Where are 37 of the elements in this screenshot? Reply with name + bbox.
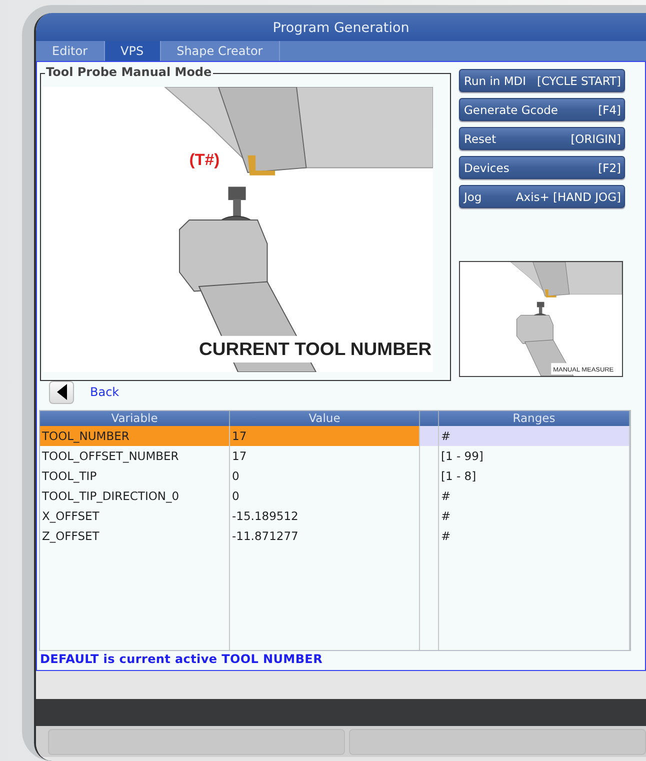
table-cell[interactable]: # bbox=[439, 506, 630, 526]
table-cell[interactable]: 0 bbox=[230, 466, 420, 486]
table-cell[interactable]: -15.189512 bbox=[230, 506, 420, 526]
table-cell[interactable]: TOOL_OFFSET_NUMBER bbox=[40, 446, 230, 466]
table-cell[interactable]: # bbox=[439, 426, 630, 446]
column-header: Value bbox=[230, 411, 420, 426]
status-message: DEFAULT is current active TOOL NUMBER bbox=[40, 651, 324, 666]
table-cell[interactable]: TOOL_NUMBER bbox=[40, 426, 230, 446]
table-cell[interactable]: # bbox=[439, 486, 630, 506]
action-button[interactable]: Run in MDI [CYCLE START] bbox=[459, 69, 625, 92]
action-button[interactable]: Devices [F2] bbox=[459, 156, 625, 179]
column-header: Ranges bbox=[439, 411, 630, 426]
tool-label: (T#) bbox=[189, 151, 220, 169]
tab[interactable]: VPS bbox=[104, 41, 161, 61]
group-title: Tool Probe Manual Mode bbox=[45, 65, 213, 79]
table-cell[interactable]: [1 - 99] bbox=[439, 446, 630, 466]
back-link[interactable]: Back bbox=[90, 385, 120, 399]
table-cell[interactable]: TOOL_TIP bbox=[40, 466, 230, 486]
image-caption: CURRENT TOOL NUMBER bbox=[199, 338, 432, 359]
table-cell[interactable]: 17 bbox=[230, 446, 420, 466]
column-header: Variable bbox=[40, 411, 230, 426]
table-cell[interactable]: X_OFFSET bbox=[40, 506, 230, 526]
action-button[interactable]: Jog Axis+ [HAND JOG] bbox=[459, 185, 625, 208]
table-cell[interactable]: Z_OFFSET bbox=[40, 526, 230, 546]
table-cell[interactable]: [1 - 8] bbox=[439, 466, 630, 486]
window-title: Program Generation bbox=[36, 13, 646, 41]
table-cell[interactable]: TOOL_TIP_DIRECTION_0 bbox=[40, 486, 230, 506]
table-cell[interactable]: 0 bbox=[230, 486, 420, 506]
table-cell[interactable] bbox=[420, 426, 439, 446]
table-cell[interactable]: 17 bbox=[230, 426, 420, 446]
column-header bbox=[420, 411, 439, 426]
table-cell[interactable]: -11.871277 bbox=[230, 526, 420, 546]
action-button[interactable]: Generate Gcode [F4] bbox=[459, 98, 625, 121]
table-cell[interactable]: # bbox=[439, 526, 630, 546]
back-arrow-icon bbox=[56, 384, 66, 400]
back-button[interactable] bbox=[49, 380, 74, 404]
action-button[interactable]: Reset [ORIGIN] bbox=[459, 127, 625, 150]
